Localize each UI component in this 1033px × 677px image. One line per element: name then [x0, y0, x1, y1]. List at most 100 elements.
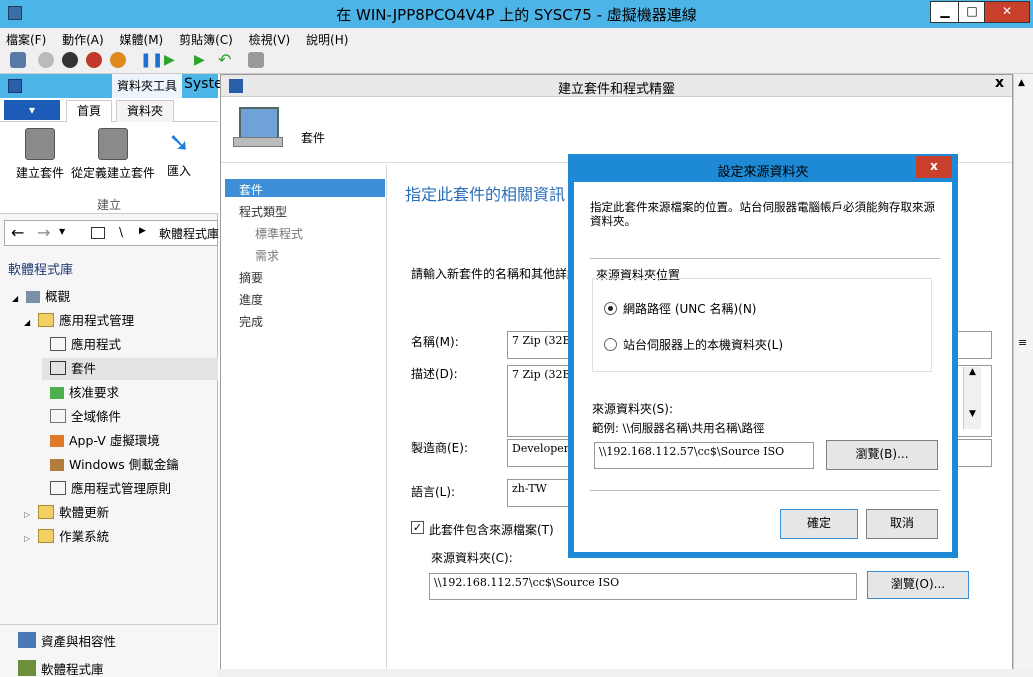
menu-action[interactable]: 動作(A) [56, 28, 110, 48]
tree-item-global-conditions[interactable]: 全域條件 [50, 406, 121, 428]
forward-arrow-icon[interactable]: → [37, 223, 50, 242]
import-button[interactable]: ➘ 匯入 [162, 128, 196, 179]
nav-standard-program: 標準程式 [255, 227, 304, 241]
context-tab-label: 資料夾工具 [112, 74, 182, 98]
checkpoint-icon[interactable]: ▶ [194, 52, 210, 68]
approval-icon [50, 387, 64, 399]
status-strip [218, 669, 1033, 677]
back-arrow-icon[interactable]: ← [11, 223, 24, 242]
enhanced-session-icon[interactable] [248, 52, 264, 68]
folder-icon [91, 227, 105, 239]
tree-item-app-management[interactable]: ◢ 應用程式管理 [24, 310, 134, 332]
conditions-icon [50, 409, 66, 423]
menu-clipboard[interactable]: 剪貼簿(C) [173, 28, 239, 48]
vertical-scrollbar[interactable]: ▲ ≡ [1013, 74, 1033, 677]
description-label: 描述(D): [411, 367, 458, 381]
dialog-title: 設定來源資料夾 [717, 165, 809, 180]
language-label: 語言(L): [411, 485, 456, 499]
menu-file[interactable]: 檔案(F) [0, 28, 52, 48]
ribbon: 建立套件 從定義建立套件 ➘ 匯入 建立 [0, 122, 218, 214]
wunderbar-library[interactable]: 軟體程式庫 [18, 659, 104, 677]
set-source-folder-dialog: 設定來源資料夾 x 指定此套件來源檔案的位置。站台伺服器電腦帳戶必須能夠存取來源… [568, 154, 958, 558]
wizard-title-bar: 建立套件和程式精靈 x [221, 75, 1012, 97]
option-local-radio[interactable]: 站台伺服器上的本機資料夾(L) [604, 336, 783, 353]
pause-icon[interactable]: ❚❚ [140, 52, 163, 68]
applications-icon [50, 337, 66, 351]
nav-program-type: 程式類型 [239, 205, 288, 219]
dialog-source-field[interactable]: \\192.168.112.57\cc$\Source ISO [594, 442, 814, 469]
overview-icon [26, 291, 41, 303]
dialog-divider [590, 258, 940, 259]
wunderbar-assets[interactable]: 資產與相容性 [18, 631, 116, 650]
source-folder-field[interactable]: \\192.168.112.57\cc$\Source ISO [429, 573, 857, 600]
turn-off-icon[interactable] [62, 52, 78, 68]
ctrl-alt-del-icon[interactable] [10, 52, 26, 68]
dialog-browse-button[interactable]: 瀏覽(B)... [826, 440, 938, 470]
nav-completion: 完成 [239, 315, 264, 329]
nav-progress: 進度 [239, 293, 264, 307]
collapsed-arrow-icon[interactable]: ▷ [24, 534, 30, 543]
browse-button[interactable]: 瀏覽(O)... [867, 571, 969, 599]
tree-item-software-updates[interactable]: ▷ 軟體更新 [24, 502, 109, 524]
breadcrumb-chevron-icon: ▶ [139, 226, 146, 236]
page-heading: 指定此套件的相關資訊 [405, 185, 566, 204]
import-arrow-icon: ➘ [168, 128, 190, 158]
scroll-up-icon[interactable]: ▲ [1018, 78, 1025, 88]
scroll-down-icon[interactable]: ▼ [964, 409, 981, 419]
option-unc-radio[interactable]: 網路路徑 (UNC 名稱)(N) [604, 300, 756, 317]
save-state-icon[interactable] [110, 52, 126, 68]
wizard-title: 建立套件和程式精靈 [557, 82, 675, 97]
start-icon[interactable] [38, 52, 54, 68]
maximize-button[interactable]: □ [958, 1, 986, 23]
revert-icon[interactable]: ↶ [218, 52, 234, 68]
nav-summary: 摘要 [239, 271, 264, 285]
tree-item-packages[interactable]: 套件 [50, 358, 96, 380]
tree-item-operating-systems[interactable]: ▷ 作業系統 [24, 526, 109, 548]
resume-icon[interactable]: ▶ [164, 52, 180, 68]
radio-selected-icon[interactable] [604, 302, 617, 315]
menu-help[interactable]: 說明(H) [300, 28, 354, 48]
computer-icon [233, 107, 283, 147]
dialog-divider-bottom [590, 490, 940, 491]
dropdown-arrow-icon[interactable]: ▼ [59, 227, 65, 236]
contains-source-checkbox[interactable]: ✓ [411, 521, 424, 534]
close-button[interactable]: ✕ [984, 1, 1030, 23]
tree-item-app-policies[interactable]: 應用程式管理原則 [50, 478, 171, 500]
wunderbar: 資產與相容性 軟體程式庫 [0, 624, 218, 677]
create-from-definition-button[interactable]: 從定義建立套件 [70, 128, 156, 181]
scroll-up-icon[interactable]: ▲ [964, 367, 981, 377]
cancel-button[interactable]: 取消 [866, 509, 938, 539]
ribbon-tabs: ▾ 首頁 資料夾 [0, 98, 218, 123]
wizard-close-button[interactable]: x [995, 75, 1004, 91]
minimize-button[interactable]: ▁ [930, 1, 960, 23]
policy-icon [50, 481, 66, 495]
dialog-close-button[interactable]: x [916, 156, 952, 178]
appv-icon [50, 435, 64, 447]
tab-folder[interactable]: 資料夾 [116, 100, 175, 123]
collapsed-arrow-icon[interactable]: ▷ [24, 510, 30, 519]
menu-media[interactable]: 媒體(M) [114, 28, 170, 48]
tree-item-approval-requests[interactable]: 核准要求 [50, 382, 119, 404]
tree-item-sideloading-keys[interactable]: Windows 側載金鑰 [50, 454, 179, 476]
dialog-example: 範例: \\伺服器名稱\共用名稱\路徑 [592, 421, 765, 435]
ok-button[interactable]: 確定 [780, 509, 858, 539]
shutdown-icon[interactable] [86, 52, 102, 68]
assets-icon [18, 632, 36, 648]
radio-unselected-icon[interactable] [604, 338, 617, 351]
wizard-header-label: 套件 [301, 131, 326, 145]
create-package-button[interactable]: 建立套件 [14, 128, 66, 181]
expand-arrow-icon[interactable]: ◢ [12, 294, 18, 303]
expand-arrow-icon[interactable]: ◢ [24, 318, 30, 327]
description-scrollbar[interactable]: ▲ ▼ [963, 367, 981, 429]
breadcrumb-item[interactable]: 軟體程式庫 [159, 225, 219, 242]
menu-view[interactable]: 檢視(V) [243, 28, 297, 48]
file-menu-button[interactable]: ▾ [4, 100, 60, 120]
vm-window-title: 在 WIN-JPP8PCO4V4P 上的 SYSC75 - 虛擬機器連線 [336, 6, 697, 24]
scroll-thumb[interactable]: ≡ [1018, 336, 1027, 349]
tree-item-applications[interactable]: 應用程式 [50, 334, 121, 356]
dialog-body: 指定此套件來源檔案的位置。站台伺服器電腦帳戶必須能夠存取來源資料夾。 來源資料夾… [574, 182, 952, 552]
tree-item-appv[interactable]: App-V 虛擬環境 [50, 430, 160, 452]
tab-home[interactable]: 首頁 [66, 100, 113, 123]
library-icon [18, 660, 36, 676]
tree-item-overview[interactable]: ◢ 概觀 [12, 286, 70, 308]
